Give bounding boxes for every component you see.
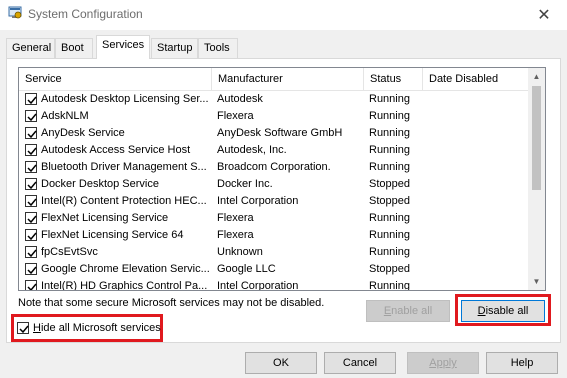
- checkbox-checked-icon[interactable]: [25, 161, 37, 173]
- service-manufacturer: Flexera: [217, 110, 254, 122]
- service-manufacturer: Intel Corporation: [217, 195, 299, 207]
- services-list[interactable]: Service Manufacturer Status Date Disable…: [18, 67, 546, 291]
- close-icon: ✕: [537, 7, 551, 24]
- service-status: Stopped: [369, 178, 410, 190]
- table-row[interactable]: AdskNLM Flexera Running: [19, 108, 528, 125]
- column-header-manufacturer[interactable]: Manufacturer: [212, 68, 364, 90]
- column-header-service[interactable]: Service: [19, 68, 212, 90]
- tab-startup[interactable]: Startup: [151, 38, 198, 58]
- service-status: Running: [369, 93, 410, 105]
- disable-all-button[interactable]: Disable all: [461, 300, 545, 322]
- service-status: Running: [369, 280, 410, 291]
- service-name: FlexNet Licensing Service 64: [41, 229, 184, 241]
- checkbox-checked-icon[interactable]: [25, 144, 37, 156]
- service-manufacturer: Google LLC: [217, 263, 276, 275]
- service-manufacturer: Autodesk, Inc.: [217, 144, 287, 156]
- table-row[interactable]: Intel(R) HD Graphics Control Pa... Intel …: [19, 278, 528, 291]
- system-configuration-window: System Configuration ✕ General Boot Serv…: [0, 0, 567, 378]
- service-status: Running: [369, 144, 410, 156]
- service-status: Running: [369, 127, 410, 139]
- column-header-date-disabled[interactable]: Date Disabled: [423, 68, 528, 90]
- ok-button[interactable]: OK: [245, 352, 317, 374]
- column-header-status[interactable]: Status: [364, 68, 423, 90]
- service-manufacturer: Unknown: [217, 246, 263, 258]
- hide-microsoft-services-label: Hide all Microsoft services: [33, 322, 161, 334]
- checkbox-checked-icon[interactable]: [25, 229, 37, 241]
- tab-strip: General Boot Services Startup Tools: [0, 35, 567, 59]
- service-status: Running: [369, 161, 410, 173]
- table-row[interactable]: Autodesk Desktop Licensing Ser... Autodes…: [19, 91, 528, 108]
- scroll-down-icon[interactable]: ▼: [528, 273, 545, 290]
- scroll-up-icon[interactable]: ▲: [528, 68, 545, 85]
- service-manufacturer: Autodesk: [217, 93, 263, 105]
- service-manufacturer: Flexera: [217, 212, 254, 224]
- cancel-button[interactable]: Cancel: [324, 352, 396, 374]
- service-name: Intel(R) Content Protection HEC...: [41, 195, 207, 207]
- list-header: Service Manufacturer Status Date Disable…: [19, 68, 528, 91]
- tab-boot[interactable]: Boot: [55, 38, 93, 58]
- table-row[interactable]: FlexNet Licensing Service Flexera Running: [19, 210, 528, 227]
- hide-microsoft-services-checkbox[interactable]: Hide all Microsoft services: [17, 320, 161, 336]
- window-title: System Configuration: [28, 7, 143, 21]
- table-row[interactable]: Autodesk Access Service Host Autodesk, In…: [19, 142, 528, 159]
- service-manufacturer: AnyDesk Software GmbH: [217, 127, 343, 139]
- service-name: Autodesk Desktop Licensing Ser...: [41, 93, 209, 105]
- service-name: FlexNet Licensing Service: [41, 212, 169, 224]
- service-name: Intel(R) HD Graphics Control Pa...: [41, 280, 208, 291]
- checkbox-checked-icon[interactable]: [25, 195, 37, 207]
- checkbox-checked-icon[interactable]: [25, 212, 37, 224]
- service-status: Stopped: [369, 263, 410, 275]
- table-row[interactable]: AnyDesk Service AnyDesk Software GmbH Runn…: [19, 125, 528, 142]
- checkbox-checked-icon[interactable]: [25, 93, 37, 105]
- title-bar: System Configuration ✕: [0, 0, 567, 30]
- checkbox-checked-icon[interactable]: [25, 280, 37, 290]
- service-manufacturer: Intel Corporation: [217, 280, 299, 291]
- table-row[interactable]: FlexNet Licensing Service 64 Flexera Runni…: [19, 227, 528, 244]
- service-status: Running: [369, 229, 410, 241]
- table-row[interactable]: Docker Desktop Service Docker Inc. Stopped: [19, 176, 528, 193]
- tab-general[interactable]: General: [6, 38, 55, 58]
- service-manufacturer: Broadcom Corporation.: [217, 161, 331, 173]
- service-status: Running: [369, 246, 410, 258]
- table-row[interactable]: Bluetooth Driver Management S... Broadcom…: [19, 159, 528, 176]
- close-button[interactable]: ✕: [521, 0, 567, 30]
- checkbox-checked-icon[interactable]: [25, 263, 37, 275]
- secure-services-note: Note that some secure Microsoft services…: [18, 297, 325, 309]
- msconfig-app-icon: [8, 6, 22, 20]
- service-name: Autodesk Access Service Host: [41, 144, 191, 156]
- service-status: Running: [369, 212, 410, 224]
- service-rows: Autodesk Desktop Licensing Ser... Autodes…: [19, 91, 528, 291]
- checkbox-checked-icon[interactable]: [25, 127, 37, 139]
- service-name: Google Chrome Elevation Servic...: [41, 263, 210, 275]
- scroll-thumb[interactable]: [532, 86, 541, 190]
- service-name: AdskNLM: [41, 110, 89, 122]
- service-status: Running: [369, 110, 410, 122]
- checkbox-checked-icon[interactable]: [25, 178, 37, 190]
- service-name: Bluetooth Driver Management S...: [41, 161, 207, 173]
- tab-tools[interactable]: Tools: [198, 38, 238, 58]
- checkbox-checked-icon[interactable]: [25, 110, 37, 122]
- service-name: Docker Desktop Service: [41, 178, 159, 190]
- table-row[interactable]: Google Chrome Elevation Servic... Google …: [19, 261, 528, 278]
- service-name: AnyDesk Service: [41, 127, 125, 139]
- help-button[interactable]: Help: [486, 352, 558, 374]
- checkbox-checked-icon[interactable]: [17, 322, 29, 334]
- vertical-scrollbar[interactable]: ▲ ▼: [528, 68, 545, 290]
- service-status: Stopped: [369, 195, 410, 207]
- table-row[interactable]: fpCsEvtSvc Unknown Running: [19, 244, 528, 261]
- table-row[interactable]: Intel(R) Content Protection HEC... Intel …: [19, 193, 528, 210]
- service-manufacturer: Docker Inc.: [217, 178, 273, 190]
- apply-button[interactable]: Apply: [407, 352, 479, 374]
- checkbox-checked-icon[interactable]: [25, 246, 37, 258]
- enable-all-button[interactable]: Enable all: [366, 300, 450, 322]
- service-name: fpCsEvtSvc: [41, 246, 98, 258]
- tab-services[interactable]: Services: [96, 35, 150, 59]
- service-manufacturer: Flexera: [217, 229, 254, 241]
